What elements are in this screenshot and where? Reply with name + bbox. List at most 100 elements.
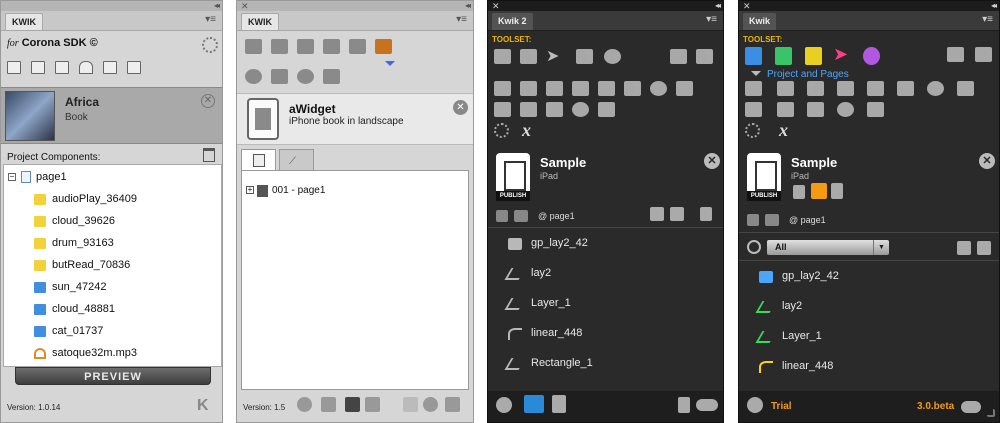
collapse-icon[interactable]: ◂◂ xyxy=(991,1,997,11)
collapse-toggle-icon[interactable]: − xyxy=(8,173,16,181)
export-icon[interactable] xyxy=(103,61,117,74)
list-view-icon[interactable] xyxy=(765,214,779,226)
expand-icon[interactable]: + xyxy=(246,186,254,194)
edit-icon[interactable] xyxy=(7,61,21,74)
project-pages-icon[interactable] xyxy=(494,49,511,64)
add-icon[interactable] xyxy=(745,102,762,117)
tab-kwik[interactable]: Kwik xyxy=(743,13,777,30)
panel-menu-icon[interactable]: ▾≡ xyxy=(205,15,216,25)
bucket-icon[interactable] xyxy=(807,102,824,117)
new-page-icon[interactable] xyxy=(494,81,511,96)
publish-badge[interactable]: PUBLISH xyxy=(496,191,530,201)
timer-icon[interactable] xyxy=(572,102,589,117)
spinner-icon[interactable] xyxy=(745,123,760,138)
gear-icon[interactable] xyxy=(747,397,763,413)
stack-icon[interactable] xyxy=(957,81,974,96)
dm-icon[interactable] xyxy=(837,81,854,96)
collapse-icon[interactable]: ◂◂ xyxy=(214,1,220,11)
copy-page-icon[interactable] xyxy=(520,81,537,96)
preview-button[interactable]: PREVIEW xyxy=(15,367,211,385)
inbox-icon[interactable] xyxy=(245,39,262,54)
folder-icon[interactable] xyxy=(696,49,713,64)
gear-icon[interactable] xyxy=(202,37,218,53)
spinner-icon[interactable] xyxy=(494,123,509,138)
book-card[interactable]: Africa Book ✕ xyxy=(1,87,222,144)
tab-animation[interactable]: ⟋ xyxy=(279,149,314,170)
close-panel-icon[interactable]: ✕ xyxy=(743,1,751,11)
tab-pages[interactable] xyxy=(241,149,276,170)
music-icon[interactable] xyxy=(520,102,537,117)
new-folder-icon[interactable] xyxy=(947,47,964,62)
layer-row[interactable]: Rectangle_1 xyxy=(488,354,723,376)
copy-page-icon[interactable] xyxy=(777,81,794,96)
list-icon[interactable] xyxy=(520,49,537,64)
publish-badge[interactable]: PUBLISH xyxy=(747,191,781,201)
panel-menu-icon[interactable]: ▾≡ xyxy=(456,15,467,25)
gear-icon[interactable] xyxy=(297,397,312,412)
trash-icon[interactable] xyxy=(700,207,712,221)
rocket-icon[interactable] xyxy=(576,49,593,64)
dm-icon[interactable] xyxy=(572,81,589,96)
hand-icon[interactable] xyxy=(297,39,314,54)
document-icon[interactable] xyxy=(831,183,843,199)
new-page-icon[interactable] xyxy=(745,81,762,96)
widget-card[interactable]: aWidget iPhone book in landscape ✕ xyxy=(237,93,473,145)
cursor-icon[interactable]: ➤ xyxy=(546,49,563,65)
recycle-icon[interactable] xyxy=(349,39,366,54)
resize-grip-icon[interactable] xyxy=(987,409,995,417)
filter-select[interactable]: All ▼ xyxy=(767,240,889,255)
close-project-icon[interactable]: ✕ xyxy=(979,153,995,169)
add-icon[interactable] xyxy=(494,102,511,117)
cloud-icon[interactable] xyxy=(696,399,718,411)
timer-icon[interactable] xyxy=(297,69,314,84)
chat-icon[interactable] xyxy=(927,81,944,96)
tab-kwik[interactable]: KWIK xyxy=(5,13,43,30)
collapse-icon[interactable]: ◂◂ xyxy=(715,1,721,11)
chat-icon[interactable] xyxy=(650,81,667,96)
add-page-icon[interactable] xyxy=(650,207,664,221)
list-icon[interactable] xyxy=(775,47,792,65)
search-icon[interactable] xyxy=(747,240,761,254)
variable-icon[interactable]: x xyxy=(522,121,539,139)
butterfly-icon[interactable] xyxy=(323,39,340,54)
card-icon[interactable] xyxy=(624,81,641,96)
timer-icon[interactable] xyxy=(837,102,854,117)
add-page-icon[interactable] xyxy=(957,241,971,255)
layer-row[interactable]: linear_448 xyxy=(739,357,999,379)
terminal-icon[interactable] xyxy=(867,81,884,96)
duplicate-icon[interactable] xyxy=(670,207,684,221)
toolbox-icon[interactable] xyxy=(375,39,392,54)
tab-kwik[interactable]: KWIK xyxy=(241,13,279,30)
layer-row[interactable]: Layer_1 xyxy=(488,294,723,316)
layer-row[interactable]: Layer_1 xyxy=(739,327,999,349)
new-folder-icon[interactable] xyxy=(670,49,687,64)
music-icon[interactable] xyxy=(777,102,794,117)
paint-roller-icon[interactable] xyxy=(323,69,340,84)
atom-icon[interactable] xyxy=(604,49,621,64)
settings-panel-icon[interactable] xyxy=(321,397,336,412)
rocket-icon[interactable] xyxy=(805,47,822,65)
publish-icon[interactable] xyxy=(678,397,690,413)
duplicate-icon[interactable] xyxy=(977,241,991,255)
pages-view-icon[interactable] xyxy=(747,214,759,226)
gear-icon[interactable] xyxy=(496,397,512,413)
atom-icon[interactable] xyxy=(863,47,880,65)
layers-tool-icon[interactable] xyxy=(127,61,141,74)
contrast-icon[interactable] xyxy=(245,69,262,84)
project-view-icon[interactable] xyxy=(524,395,544,413)
close-panel-icon[interactable]: ✕ xyxy=(241,1,249,11)
card-icon[interactable] xyxy=(897,81,914,96)
variable-icon[interactable]: x xyxy=(779,121,796,139)
close-book-icon[interactable]: ✕ xyxy=(201,94,215,108)
document-icon[interactable] xyxy=(552,395,566,413)
code-icon[interactable] xyxy=(546,81,563,96)
project-card[interactable]: PUBLISH Sample iPad ✕ xyxy=(488,149,723,205)
layers-icon[interactable] xyxy=(867,102,884,117)
layer-row[interactable]: lay2 xyxy=(488,264,723,286)
publish-icon[interactable] xyxy=(793,185,805,199)
folder-icon[interactable] xyxy=(31,61,45,74)
stack-icon[interactable] xyxy=(676,81,693,96)
close-panel-icon[interactable]: ✕ xyxy=(492,1,500,11)
layer-row[interactable]: gp_lay2_42 xyxy=(488,234,723,256)
panel-menu-icon[interactable]: ▾≡ xyxy=(706,15,717,25)
